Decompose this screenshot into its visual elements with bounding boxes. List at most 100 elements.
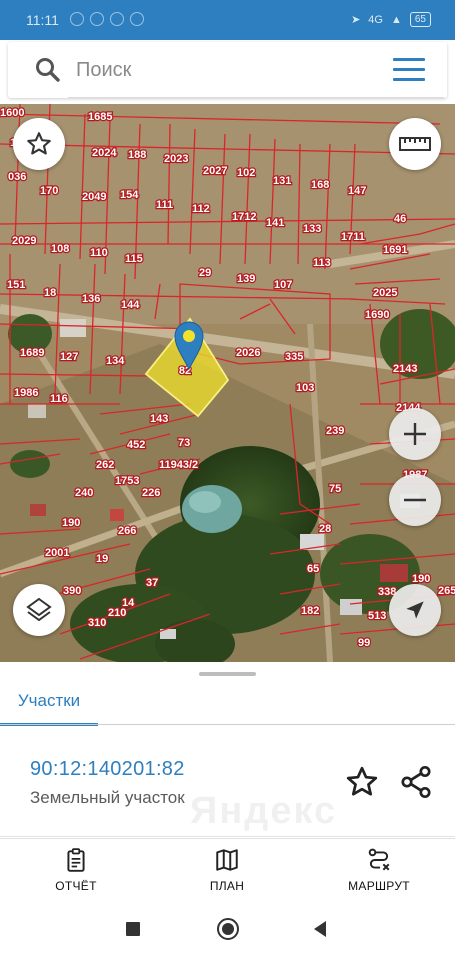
- parcel-label: 147: [348, 185, 366, 197]
- zoom-out-button[interactable]: [389, 474, 441, 526]
- parcel-label: 265: [438, 585, 455, 597]
- parcel-label: 2029: [12, 235, 36, 247]
- layers-icon: [26, 597, 52, 622]
- parcel-label: 154: [120, 189, 139, 201]
- tab-divider: [0, 724, 455, 725]
- parcel-label: 335: [285, 351, 303, 363]
- navigation-arrow-icon: [406, 601, 424, 619]
- parcel-label: 1690: [365, 309, 389, 321]
- status-right: ➤ 4G ▲ 65: [351, 12, 431, 27]
- parcel-label: 2025: [373, 287, 397, 299]
- network-type: 4G: [368, 13, 383, 26]
- parcel-label: 1986: [14, 387, 38, 399]
- parcel-label: 113: [313, 257, 331, 269]
- parcel-label: 116: [50, 393, 68, 405]
- back-icon[interactable]: [310, 918, 330, 940]
- parcel-label: 182: [301, 605, 319, 617]
- parcel-label: 134: [106, 355, 125, 367]
- notification-icons: [70, 12, 144, 26]
- parcel-label: 110: [90, 247, 108, 259]
- sheet-drag-handle[interactable]: [199, 672, 256, 676]
- parcel-label: 99: [358, 637, 370, 649]
- parcel-label: 266: [118, 525, 136, 537]
- status-bar: 11:11 ➤ 4G ▲ 65: [0, 0, 455, 40]
- alarm-icon: [70, 12, 84, 26]
- parcel-label: 513: [368, 610, 386, 622]
- parcel-label: 28: [319, 523, 331, 535]
- nav-report[interactable]: ОТЧЁТ: [21, 847, 131, 897]
- parcel-label: 239: [326, 425, 344, 437]
- parcel-label: 1685: [88, 111, 112, 123]
- recent-apps-icon[interactable]: [124, 918, 142, 940]
- parcel-label: 2049: [82, 191, 106, 203]
- parcel-label: 18: [44, 287, 56, 299]
- battery-icon: 65: [409, 12, 431, 27]
- zoom-in-button[interactable]: [389, 408, 441, 460]
- parcel-label: 73: [178, 437, 190, 449]
- parcel-label: 115: [125, 253, 143, 265]
- parcel-label: 144: [121, 299, 140, 311]
- parcel-label: 1711: [341, 231, 365, 243]
- parcel-label: 103: [296, 382, 314, 394]
- parcel-label: 29: [199, 267, 211, 279]
- tab-parcels[interactable]: Участки: [0, 678, 98, 726]
- map-view[interactable]: 1685132202418820232027102131168147036170…: [0, 104, 455, 662]
- search-icon[interactable]: [34, 56, 62, 84]
- nav-route[interactable]: МАРШРУТ: [324, 847, 434, 897]
- parcel-label: 37: [146, 577, 158, 589]
- parcel-label: 151: [7, 279, 25, 291]
- my-location-button[interactable]: [389, 584, 441, 636]
- parcel-label: 108: [51, 243, 69, 255]
- parcel-label: 112: [192, 203, 210, 215]
- home-icon[interactable]: [216, 918, 240, 942]
- report-icon: [67, 848, 85, 872]
- star-outline-icon: [27, 132, 51, 155]
- status-time: 11:11: [26, 12, 59, 28]
- parcel-label: 188: [128, 149, 146, 161]
- parcel-label: 14: [122, 597, 135, 609]
- notification-icon: [110, 12, 124, 26]
- map-plan-icon: [216, 849, 238, 871]
- parcel-label: 75: [329, 483, 341, 495]
- parcel-type: Земельный участок: [30, 788, 185, 807]
- layers-button[interactable]: [13, 584, 65, 636]
- nav-plan[interactable]: ПЛАН: [172, 847, 282, 897]
- parcel-label: 19: [96, 553, 108, 565]
- parcel-label: 036: [8, 171, 26, 183]
- satellite-map[interactable]: 1685132202418820232027102131168147036170…: [0, 104, 455, 662]
- ruler-icon: [399, 137, 431, 151]
- parcel-label: 2001: [45, 547, 69, 559]
- parcel-label: 107: [274, 279, 292, 291]
- menu-icon[interactable]: [393, 58, 425, 82]
- parcel-label: 1600: [0, 107, 24, 119]
- parcel-cadastral-number[interactable]: 90:12:140201:82: [30, 758, 185, 781]
- parcel-label: 11943/2: [159, 459, 198, 471]
- star-icon[interactable]: [344, 764, 380, 800]
- favorite-map-button[interactable]: [13, 118, 65, 170]
- parcel-label: 131: [273, 175, 291, 187]
- message-icon: [130, 12, 144, 26]
- minus-icon: [404, 498, 426, 502]
- ruler-button[interactable]: [389, 118, 441, 170]
- share-icon[interactable]: [398, 764, 434, 800]
- system-navigation-bar: [0, 900, 455, 960]
- parcel-label: 226: [142, 487, 160, 499]
- parcel-label: 139: [237, 273, 255, 285]
- parcel-label: 143: [150, 413, 168, 425]
- sheet-divider: [0, 836, 455, 837]
- nav-report-label: ОТЧЁТ: [55, 879, 97, 893]
- route-icon: [368, 848, 390, 871]
- parcel-label: 65: [307, 563, 319, 575]
- parcel-label: 390: [63, 585, 81, 597]
- parcel-label: 1712: [232, 211, 256, 223]
- signal-icon: ▲: [390, 13, 402, 26]
- parcel-label: 2143: [393, 363, 417, 375]
- parcel-label: 240: [75, 487, 93, 499]
- parcel-label: 111: [156, 199, 173, 211]
- parcel-label: 2026: [236, 347, 260, 359]
- search-input[interactable]: [76, 52, 376, 88]
- parcel-label: 190: [62, 517, 80, 529]
- parcel-label: 168: [311, 179, 329, 191]
- parcel-label: 310: [88, 617, 106, 629]
- bottom-navigation: ОТЧЁТ ПЛАН МАРШРУТ: [0, 838, 455, 900]
